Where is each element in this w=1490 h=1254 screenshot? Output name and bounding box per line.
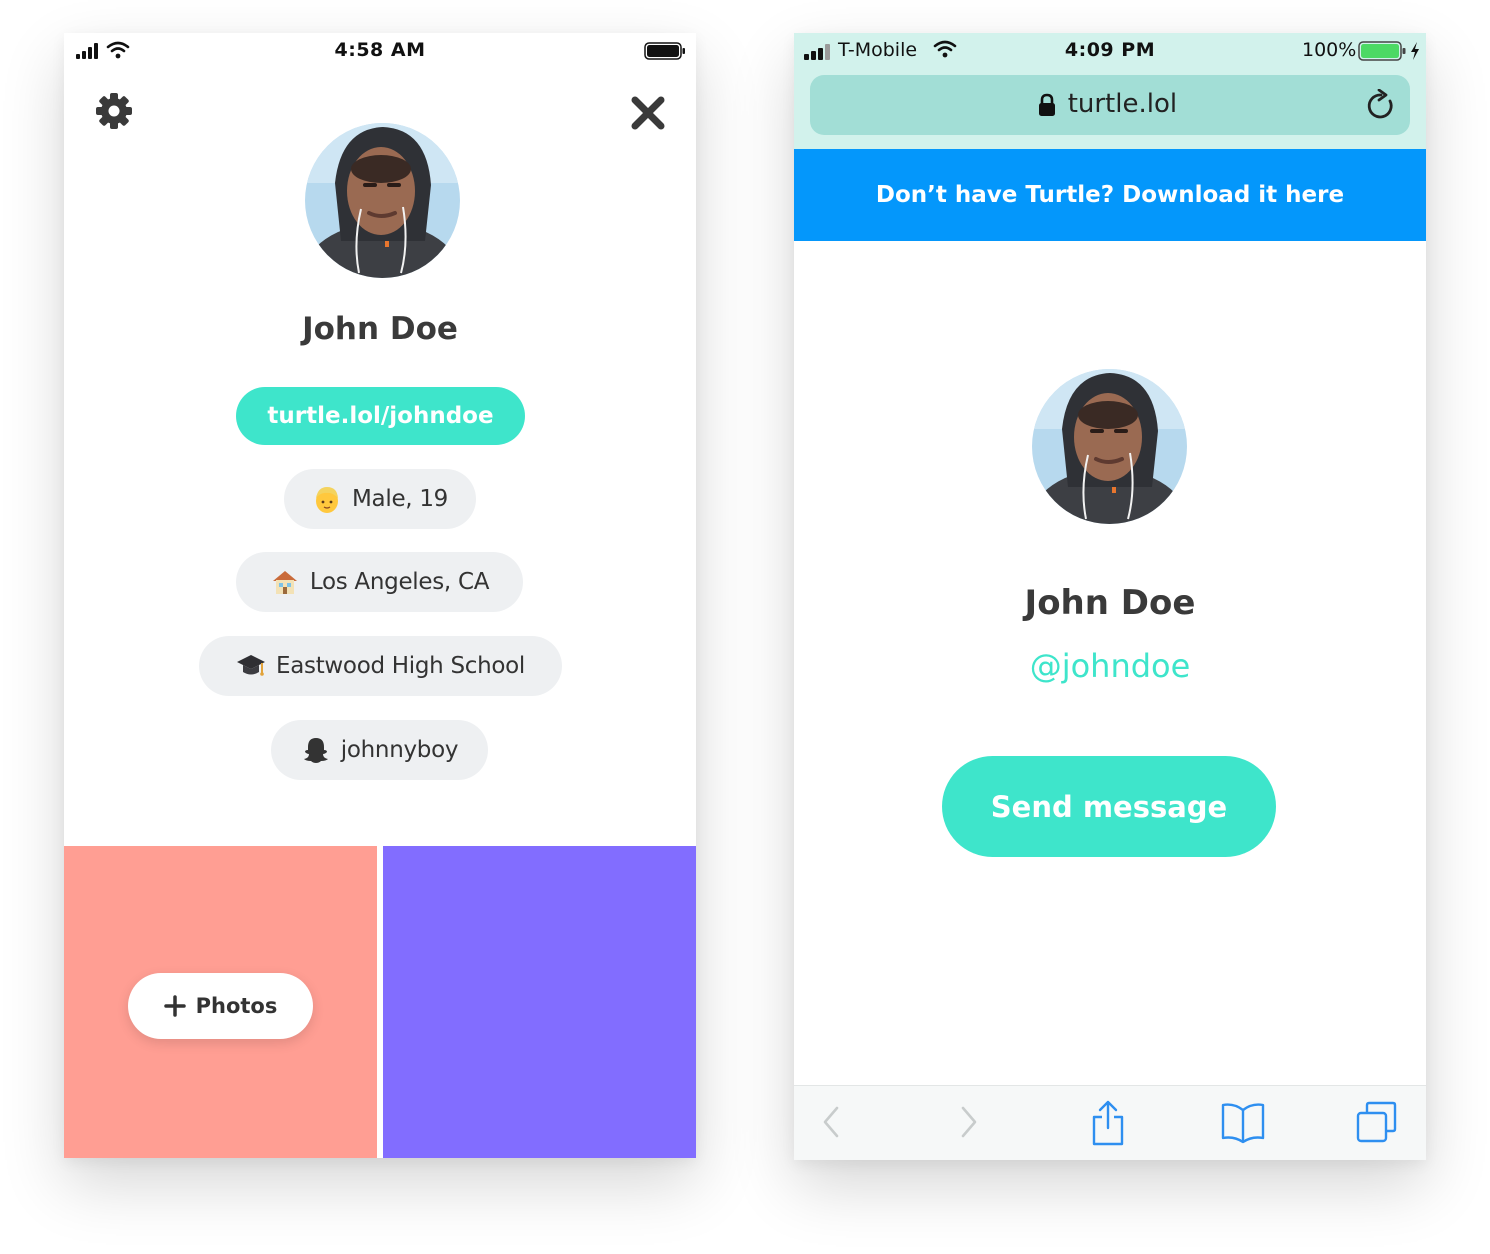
url-text: turtle.lol — [810, 89, 1410, 119]
status-bar: 4:58 AM — [64, 33, 696, 69]
gender-age-label: Male, 19 — [352, 486, 448, 512]
profile-avatar — [1032, 369, 1187, 524]
tabs-icon[interactable] — [1354, 1100, 1400, 1144]
back-icon[interactable] — [820, 1100, 842, 1144]
profile-name: John Doe — [302, 311, 458, 347]
add-photos-button[interactable]: Photos — [128, 973, 313, 1039]
snapchat-pill: johnnyboy — [271, 720, 488, 780]
browser-chrome: T-Mobile 4:09 PM 100% turtle.lol — [794, 33, 1426, 149]
snapchat-label: johnnyboy — [340, 737, 459, 763]
reload-icon[interactable] — [1366, 89, 1396, 121]
snapchat-ghost-icon — [301, 735, 331, 765]
download-banner[interactable]: Don’t have Turtle? Download it here — [794, 149, 1426, 241]
profile-name: John Doe — [1024, 583, 1196, 623]
photo-tile-coral[interactable]: Photos — [64, 846, 377, 1158]
app-profile-screen: 4:58 AM John Doe turtle.lol/johndoe Male… — [64, 33, 696, 1158]
profile-link-button[interactable]: turtle.lol/johndoe — [236, 387, 525, 445]
forward-icon[interactable] — [958, 1100, 980, 1144]
browser-toolbar — [794, 1085, 1426, 1160]
bookmarks-icon[interactable] — [1220, 1100, 1266, 1144]
web-profile-screen: T-Mobile 4:09 PM 100% turtle.lol Don’t h… — [794, 33, 1426, 1160]
avatar-photo — [1032, 369, 1187, 524]
profile-avatar — [305, 123, 460, 278]
school-label: Eastwood High School — [275, 653, 526, 679]
add-photos-label: Photos — [195, 994, 278, 1018]
house-emoji-icon — [270, 567, 300, 597]
graduation-cap-icon — [236, 651, 266, 681]
send-message-button[interactable]: Send message — [942, 756, 1276, 857]
profile-handle: @johndoe — [1029, 647, 1191, 685]
avatar-photo — [305, 123, 460, 278]
url-label: turtle.lol — [1067, 89, 1178, 119]
charging-bolt-icon — [1411, 42, 1419, 60]
person-emoji-icon — [312, 484, 342, 514]
battery-percentage: 100% — [1302, 39, 1357, 61]
location-label: Los Angeles, CA — [309, 569, 490, 595]
status-time: 4:58 AM — [334, 39, 426, 61]
school-pill: Eastwood High School — [199, 636, 562, 696]
battery-icon — [1358, 41, 1406, 61]
gender-age-pill: Male, 19 — [284, 469, 476, 529]
close-icon[interactable] — [630, 95, 666, 131]
plus-icon — [163, 995, 186, 1017]
url-bar[interactable]: turtle.lol — [810, 75, 1410, 135]
battery-icon — [644, 42, 685, 60]
settings-gear-icon[interactable] — [94, 91, 134, 131]
location-pill: Los Angeles, CA — [236, 552, 523, 612]
photo-tile-purple[interactable] — [383, 846, 696, 1158]
share-icon[interactable] — [1090, 1100, 1126, 1146]
